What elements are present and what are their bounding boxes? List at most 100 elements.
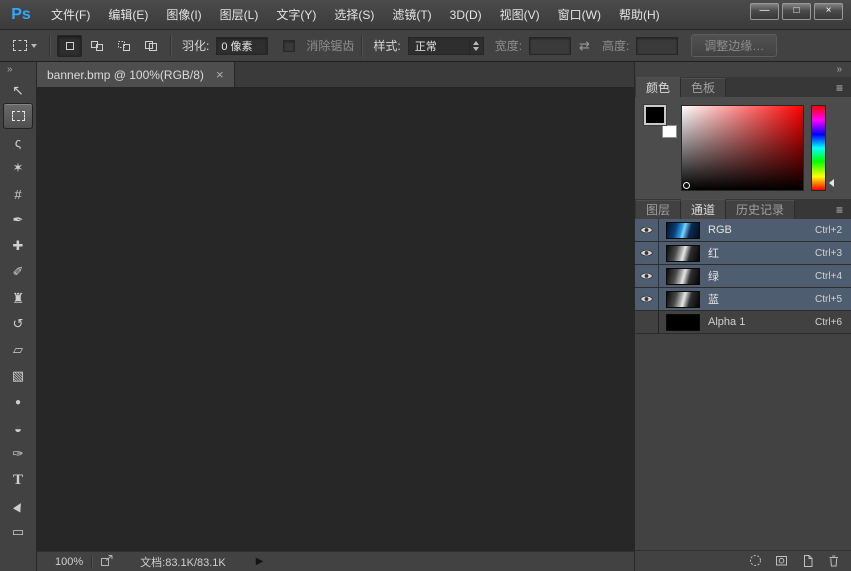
right-panel-column: » 颜色色板 ≡ 图层通道历史记录 ≡ RGBCtrl+2红Ctrl+3绿Ctr… xyxy=(634,62,851,571)
channels-panel-menu-icon[interactable]: ≡ xyxy=(836,204,843,216)
menu-bar-items: 文件(F)编辑(E)图像(I)图层(L)文字(Y)选择(S)滤镜(T)3D(D)… xyxy=(42,0,669,29)
eyedropper-tool-icon: ✒ xyxy=(13,212,24,228)
antialias-checkbox[interactable] xyxy=(283,40,295,52)
crop-tool-icon: # xyxy=(14,187,21,202)
path-selection-tool[interactable]: ▶ xyxy=(3,493,33,519)
dodge-tool[interactable]: ◒ xyxy=(3,415,33,441)
create-new-channel-icon[interactable] xyxy=(801,554,814,568)
tab-history[interactable]: 历史记录 xyxy=(726,200,795,219)
intersect-with-selection-button[interactable] xyxy=(138,35,163,57)
canvas[interactable] xyxy=(37,88,634,551)
tab-color[interactable]: 颜色 xyxy=(636,77,681,97)
style-select[interactable]: 正常 xyxy=(408,37,484,55)
channels-panel-empty-area xyxy=(635,334,851,550)
divider xyxy=(91,555,92,568)
move-tool[interactable]: ↖ xyxy=(3,77,33,103)
new-selection-button[interactable] xyxy=(57,35,82,57)
menu-help[interactable]: 帮助(H) xyxy=(610,0,669,30)
quick-selection-tool[interactable]: ✶ xyxy=(3,155,33,181)
background-color-swatch[interactable] xyxy=(662,125,677,138)
type-tool-icon: T xyxy=(13,472,23,489)
rectangular-marquee-tool[interactable] xyxy=(3,103,33,129)
save-selection-as-channel-icon[interactable] xyxy=(775,554,788,568)
rectangle-tool[interactable]: ▭ xyxy=(3,519,33,545)
menu-image[interactable]: 图像(I) xyxy=(157,0,210,30)
channel-row-blue[interactable]: 蓝Ctrl+5 xyxy=(635,288,851,311)
channel-visibility-eye-icon[interactable] xyxy=(635,288,659,310)
eyedropper-tool[interactable]: ✒ xyxy=(3,207,33,233)
channel-shortcut: Ctrl+2 xyxy=(815,225,851,236)
brush-tool[interactable]: ✐ xyxy=(3,259,33,285)
tool-preset-picker[interactable] xyxy=(8,38,42,53)
channel-row-rgb[interactable]: RGBCtrl+2 xyxy=(635,219,851,242)
color-tabset: 颜色色板 xyxy=(636,77,726,97)
collapse-panels-icon[interactable]: » xyxy=(836,64,842,75)
history-brush-tool[interactable]: ↺ xyxy=(3,311,33,337)
delete-channel-icon[interactable] xyxy=(827,554,840,568)
minimize-button[interactable]: — xyxy=(750,3,779,20)
menu-type[interactable]: 文字(Y) xyxy=(267,0,325,30)
tab-layers[interactable]: 图层 xyxy=(636,200,681,219)
close-button[interactable]: × xyxy=(814,3,843,20)
load-channel-as-selection-icon[interactable] xyxy=(749,554,762,568)
channel-visibility-eye-icon[interactable] xyxy=(635,219,659,241)
spot-healing-brush-tool[interactable]: ✚ xyxy=(3,233,33,259)
channel-visibility-eye-icon[interactable] xyxy=(635,242,659,264)
document-size-info: 文档:83.1K/83.1K xyxy=(140,554,226,570)
menu-select[interactable]: 选择(S) xyxy=(325,0,383,30)
hue-slider[interactable] xyxy=(811,105,826,191)
document-tab[interactable]: banner.bmp @ 100%(RGB/8) × xyxy=(37,62,235,87)
antialias-label: 消除锯齿 xyxy=(306,37,354,54)
clone-stamp-tool[interactable]: ♜ xyxy=(3,285,33,311)
menu-filter[interactable]: 滤镜(T) xyxy=(383,0,440,30)
arrow-up-icon xyxy=(473,38,479,45)
menu-window[interactable]: 窗口(W) xyxy=(549,0,610,30)
tab-close-icon[interactable]: × xyxy=(216,68,224,81)
lasso-tool[interactable]: ς xyxy=(3,129,33,155)
foreground-color-swatch[interactable] xyxy=(646,107,664,123)
crop-tool[interactable]: # xyxy=(3,181,33,207)
dodge-tool-icon: ◒ xyxy=(14,421,22,436)
channel-visibility-empty[interactable] xyxy=(635,311,659,333)
menu-layer[interactable]: 图层(L) xyxy=(211,0,268,30)
menu-file[interactable]: 文件(F) xyxy=(42,0,99,30)
rectangular-marquee-icon xyxy=(12,111,25,121)
menu-3d[interactable]: 3D(D) xyxy=(441,0,491,30)
height-input[interactable] xyxy=(636,37,678,55)
color-spectrum-picker[interactable] xyxy=(681,105,804,191)
subtract-from-selection-button[interactable] xyxy=(111,35,136,57)
maximize-button[interactable]: □ xyxy=(782,3,811,20)
swap-dimensions-icon[interactable]: ⇄ xyxy=(579,38,590,54)
selection-mode-group xyxy=(57,35,163,57)
export-icon[interactable] xyxy=(100,554,114,570)
add-to-selection-button[interactable] xyxy=(84,35,109,57)
toolbar-collapse-icon[interactable]: » xyxy=(7,64,13,75)
type-tool[interactable]: T xyxy=(3,467,33,493)
gradient-tool[interactable]: ▧ xyxy=(3,363,33,389)
channel-name: 红 xyxy=(700,245,815,261)
refine-edge-button[interactable]: 调整边缘… xyxy=(691,34,777,57)
pen-tool[interactable]: ✑ xyxy=(3,441,33,467)
path-selection-tool-icon: ▶ xyxy=(10,499,25,513)
feather-input[interactable]: 0 像素 xyxy=(216,37,268,55)
tab-channels[interactable]: 通道 xyxy=(681,199,726,219)
channel-thumbnail xyxy=(666,222,700,239)
tab-swatches[interactable]: 色板 xyxy=(681,78,726,97)
eraser-tool[interactable]: ▱ xyxy=(3,337,33,363)
gradient-tool-icon: ▧ xyxy=(12,368,24,384)
blur-tool-icon: ● xyxy=(15,397,21,408)
channel-visibility-eye-icon[interactable] xyxy=(635,265,659,287)
channel-thumbnail xyxy=(666,245,700,262)
width-input[interactable] xyxy=(529,37,571,55)
blur-tool[interactable]: ● xyxy=(3,389,33,415)
toolbar-collapse-strip: » xyxy=(0,62,36,77)
color-panel-menu-icon[interactable]: ≡ xyxy=(836,82,843,94)
menu-view[interactable]: 视图(V) xyxy=(491,0,549,30)
spinner-arrows-icon[interactable] xyxy=(469,38,483,54)
channel-row-alpha-1[interactable]: Alpha 1Ctrl+6 xyxy=(635,311,851,334)
zoom-level-field[interactable]: 100% xyxy=(55,556,83,568)
menu-edit[interactable]: 编辑(E) xyxy=(99,0,157,30)
channel-row-green[interactable]: 绿Ctrl+4 xyxy=(635,265,851,288)
status-flyout-arrow[interactable]: ▶ xyxy=(256,556,264,567)
channel-row-red[interactable]: 红Ctrl+3 xyxy=(635,242,851,265)
